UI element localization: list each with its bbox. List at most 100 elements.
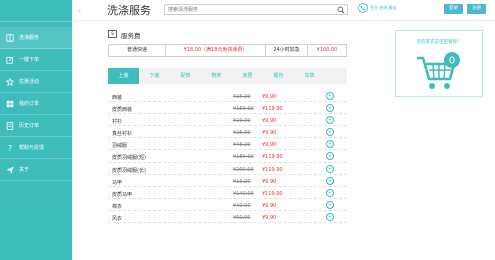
express-price: ¥100.00 [316, 47, 338, 53]
item-name: 马甲 [112, 179, 123, 186]
phone-icon [358, 3, 368, 13]
item-price: ¥9.90 [262, 130, 277, 137]
item-price: ¥9.90 [262, 178, 277, 185]
item-name: 风衣 [112, 215, 123, 222]
page-title: 洗涤服务 [107, 4, 151, 17]
sidebar-item-label: 一键下单 [19, 57, 40, 63]
search-icon[interactable] [337, 6, 345, 14]
fee-table: 普通快递 ¥18.00（满18元免快递费） 24小时加急 ¥100.00 [108, 44, 347, 57]
add-item-button[interactable]: + [326, 140, 334, 149]
sidebar-item-label: 洗涤服务 [19, 35, 40, 41]
item-original-price: ¥16.00 [233, 178, 251, 185]
tab-car-accessories[interactable]: 车饰 [294, 68, 325, 84]
sidebar-item-about[interactable]: 关于 [0, 159, 72, 181]
register-button[interactable]: 注册 [467, 4, 486, 14]
list-item: 马甲 ¥16.00 ¥9.90 + [108, 175, 347, 187]
item-name: 皮质马甲 [112, 191, 133, 198]
add-item-button[interactable]: + [326, 212, 334, 221]
add-item-button[interactable]: + [326, 104, 334, 113]
list-item: 真丝衬衫 ¥25.00 ¥9.90 + [108, 126, 347, 139]
item-price: ¥9.90 [262, 142, 277, 149]
star-icon [6, 77, 14, 86]
section-title: 服务费 [121, 32, 141, 40]
item-original-price: ¥25.00 [233, 94, 251, 100]
sidebar-item-history-orders[interactable]: 历史订单 [0, 115, 72, 137]
list-item: 皮质马甲 ¥140.00 ¥119.90 + [108, 187, 347, 199]
cart-count: 0 [449, 56, 455, 67]
login-button[interactable]: 登录 [444, 4, 463, 14]
add-item-button[interactable]: + [326, 188, 334, 197]
tab-accessories[interactable]: 配饰 [170, 68, 201, 84]
header-divider [72, 20, 495, 21]
sidebar-item-label: 历史订单 [19, 123, 40, 129]
add-item-button[interactable]: + [326, 128, 334, 137]
item-original-price: ¥25.00 [233, 130, 251, 137]
item-original-price: ¥150.00 [233, 106, 254, 113]
item-original-price: ¥200.00 [233, 166, 254, 173]
contact-text: 专业 热线 服务 [370, 5, 397, 10]
item-name: 皮质羽绒服(短) [112, 155, 146, 162]
item-price: ¥119.90 [262, 166, 283, 173]
pencil-icon [6, 55, 14, 64]
item-price: ¥119.90 [262, 190, 283, 197]
item-name: 羽绒服 [112, 143, 128, 150]
item-name: 棉衣 [112, 203, 123, 210]
send-icon [6, 166, 14, 174]
list-item: 皮质西装 ¥150.00 ¥119.90 + [108, 102, 347, 115]
sidebar-item-laundry-service[interactable]: 洗涤服务 [0, 27, 72, 49]
tab-shoes[interactable]: 鞋类 [201, 68, 232, 84]
add-item-button[interactable]: + [326, 92, 334, 100]
item-price: ¥9.90 [262, 202, 277, 209]
sidebar-item-quick-order[interactable]: 一键下单 [0, 49, 72, 71]
search-input[interactable] [165, 5, 330, 14]
item-original-price: ¥180.00 [233, 154, 254, 161]
collapse-sidebar-icon[interactable]: ‹ [78, 6, 81, 15]
service-item-list: 西装 ¥25.00 ¥9.90 + 皮质西装 ¥150.00 ¥119.90 +… [108, 90, 347, 224]
list-item: 羽绒服 ¥48.00 ¥9.90 + [108, 138, 347, 151]
cart-empty-text: 您的洗衣篮还空着呢！ [416, 40, 462, 45]
item-original-price: ¥140.00 [233, 190, 254, 197]
item-name: 皮质羽绒服(长) [112, 167, 146, 174]
list-item: 风衣 ¥60.00 ¥9.90 + [108, 211, 347, 224]
add-item-button[interactable]: + [326, 176, 334, 185]
item-original-price: ¥20.00 [233, 118, 251, 125]
dollar-icon: $ [108, 30, 117, 38]
add-item-button[interactable]: + [326, 200, 334, 209]
item-original-price: ¥60.00 [233, 214, 251, 221]
category-tabs: 上装 下装 配饰 鞋类 家居 睡包 车饰 [108, 68, 347, 84]
add-item-button[interactable]: + [326, 116, 334, 125]
tab-sleeping-bag[interactable]: 睡包 [263, 68, 294, 84]
grid-icon [6, 100, 14, 107]
item-name: 真丝衬衫 [112, 131, 133, 138]
add-item-button[interactable]: + [326, 164, 334, 173]
search-bar [164, 4, 348, 15]
sidebar-item-my-orders[interactable]: 我的订单 [0, 93, 72, 115]
shopping-cart-icon: 0 [417, 52, 460, 89]
tab-home[interactable]: 家居 [232, 68, 263, 84]
sidebar-item-label: 我的订单 [19, 101, 40, 107]
item-price: ¥119.90 [262, 106, 283, 113]
list-item: 皮质羽绒服(长) ¥200.00 ¥119.90 + [108, 163, 347, 175]
tab-tops[interactable]: 上装 [108, 68, 139, 84]
list-item: 皮质羽绒服(短) ¥180.00 ¥119.90 + [108, 150, 347, 163]
svg-text:?: ? [8, 144, 12, 152]
question-icon: ? [8, 144, 12, 152]
add-item-button[interactable]: + [326, 152, 334, 161]
sidebar-item-help-feedback[interactable]: ? 帮助与反馈 [0, 137, 72, 159]
sidebar-item-label: 关于 [19, 167, 30, 173]
sidebar-item-label: 优惠活动 [19, 79, 40, 85]
tab-bottoms[interactable]: 下装 [139, 68, 170, 84]
sidebar-item-label: 帮助与反馈 [19, 145, 45, 151]
sidebar-item-promotions[interactable]: 优惠活动 [0, 71, 72, 93]
sidebar: 洗涤服务 一键下单 优惠活动 我的订单 历史订单 ? 帮助与反馈 关于 [0, 0, 72, 260]
laundry-basket-panel[interactable]: 您的洗衣篮还空着呢！ 0 [395, 30, 483, 97]
standard-delivery-price: ¥18.00（满18元免快递费） [166, 45, 266, 56]
express-label: 24小时加急 [266, 45, 308, 56]
standard-delivery-label: 普通快递 [109, 45, 166, 56]
item-original-price: ¥40.00 [233, 202, 251, 209]
item-price: ¥119.90 [262, 154, 283, 161]
item-name: 皮质西装 [112, 107, 133, 114]
item-price: ¥9.90 [262, 214, 277, 221]
list-item: 衬衫 ¥20.00 ¥9.90 + [108, 114, 347, 127]
item-original-price: ¥48.00 [233, 142, 251, 149]
